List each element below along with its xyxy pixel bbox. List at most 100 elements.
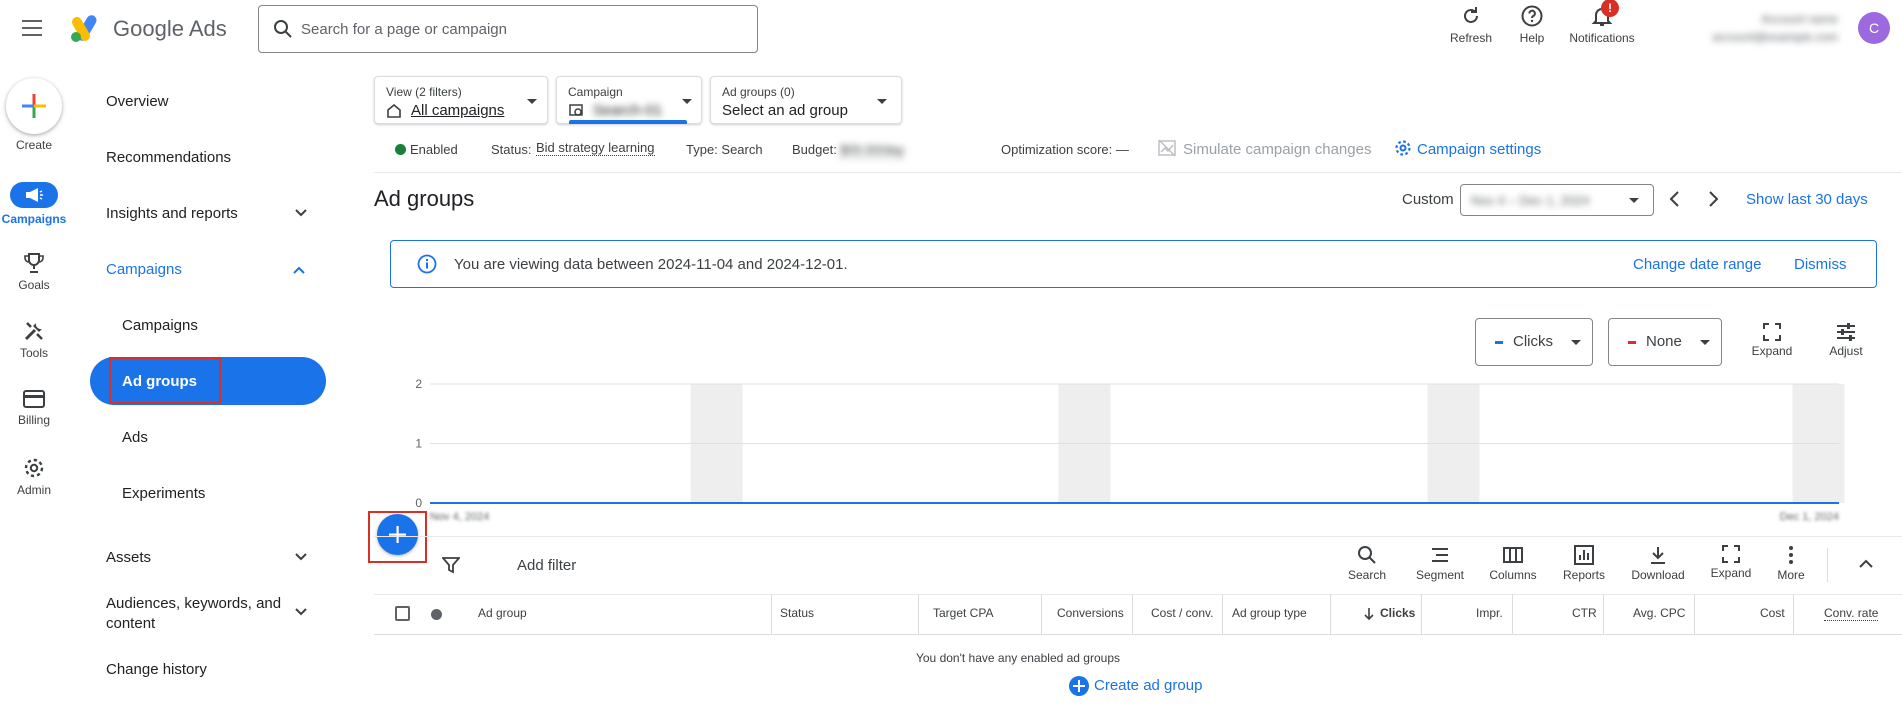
col-separator bbox=[1512, 594, 1513, 634]
campaign-settings-link[interactable]: Campaign settings bbox=[1417, 141, 1541, 158]
rail-billing[interactable]: Billing bbox=[0, 389, 68, 427]
col-cost[interactable]: Cost bbox=[1760, 606, 1785, 620]
create-ad-group-plus-icon[interactable] bbox=[1068, 675, 1090, 697]
table-search-icon bbox=[1357, 545, 1377, 565]
add-ad-group-fab[interactable] bbox=[377, 514, 418, 555]
insights-chevron-down-icon[interactable] bbox=[294, 208, 308, 218]
campaign-selector[interactable]: Campaign Search-01 bbox=[556, 76, 702, 124]
col-ad-group[interactable]: Ad group bbox=[478, 606, 527, 620]
rail-tools[interactable]: Tools bbox=[0, 320, 68, 360]
nav-insights[interactable]: Insights and reports bbox=[106, 205, 238, 222]
table-expand-icon bbox=[1722, 545, 1740, 563]
campaign-selected-indicator bbox=[569, 120, 687, 124]
chart-y-tick-label: 0 bbox=[415, 496, 422, 510]
dismiss-link[interactable]: Dismiss bbox=[1794, 256, 1847, 273]
metric1-selector[interactable]: Clicks bbox=[1475, 318, 1593, 366]
chart-expand-label: Expand bbox=[1751, 344, 1793, 358]
campaign-type: Type: Search bbox=[686, 142, 763, 157]
nav-ads[interactable]: Ads bbox=[122, 429, 148, 446]
columns-button[interactable]: Columns bbox=[1486, 545, 1540, 582]
nav-assets[interactable]: Assets bbox=[106, 549, 151, 566]
campaign-settings-gear-icon[interactable] bbox=[1394, 139, 1412, 157]
search-box[interactable] bbox=[258, 5, 758, 53]
nav-change-history[interactable]: Change history bbox=[106, 661, 207, 678]
bell-icon: ! bbox=[1590, 0, 1619, 28]
notification-badge: ! bbox=[1601, 0, 1619, 17]
col-target-cpa[interactable]: Target CPA bbox=[933, 606, 993, 620]
campaign-selector-value: Search-01 bbox=[593, 102, 663, 119]
budget-value[interactable]: $00.00/day bbox=[840, 142, 905, 158]
segment-button[interactable]: Segment bbox=[1410, 545, 1470, 582]
more-button[interactable]: More bbox=[1768, 545, 1814, 582]
campaigns-chevron-up-icon[interactable] bbox=[292, 265, 306, 275]
custom-label: Custom bbox=[1402, 191, 1454, 208]
status-column-dot-icon bbox=[431, 609, 442, 620]
change-date-range-link[interactable]: Change date range bbox=[1633, 256, 1761, 273]
create-button[interactable]: Create bbox=[0, 78, 68, 152]
add-plus-icon bbox=[389, 526, 406, 543]
nav-campaigns-group[interactable]: Campaigns bbox=[106, 261, 182, 278]
help-button[interactable]: Help bbox=[1510, 4, 1554, 45]
nav-audiences[interactable]: Audiences, keywords, and content bbox=[106, 594, 296, 634]
add-filter-button[interactable]: Add filter bbox=[517, 557, 576, 574]
col-cost-per-conv[interactable]: Cost / conv. bbox=[1151, 606, 1213, 620]
metric2-selector[interactable]: None bbox=[1608, 318, 1722, 366]
simulate-changes-button[interactable]: Simulate campaign changes bbox=[1183, 141, 1371, 158]
nav-recommendations[interactable]: Recommendations bbox=[106, 149, 231, 166]
table-expand-button[interactable]: Expand bbox=[1706, 545, 1756, 580]
rail-admin[interactable]: Admin bbox=[0, 457, 68, 497]
enabled-status-dot bbox=[395, 144, 406, 155]
collapse-chevron-up-icon[interactable] bbox=[1858, 558, 1874, 570]
assets-chevron-down-icon[interactable] bbox=[294, 552, 308, 562]
main-menu-icon[interactable] bbox=[22, 19, 44, 37]
billing-card-icon bbox=[23, 389, 45, 409]
admin-gear-icon bbox=[23, 457, 45, 479]
chart-expand-button[interactable]: Expand bbox=[1748, 323, 1796, 358]
reports-button[interactable]: Reports bbox=[1558, 545, 1610, 582]
col-status[interactable]: Status bbox=[780, 606, 814, 620]
notifications-button[interactable]: ! Notifications bbox=[1562, 0, 1642, 45]
col-separator bbox=[1041, 594, 1042, 634]
select-all-checkbox[interactable] bbox=[395, 606, 410, 621]
previous-period-icon[interactable] bbox=[1668, 190, 1680, 208]
avatar[interactable]: C bbox=[1858, 12, 1890, 44]
nav-experiments[interactable]: Experiments bbox=[122, 485, 205, 502]
view-selector[interactable]: View (2 filters) All campaigns bbox=[374, 76, 548, 124]
audiences-chevron-down-icon[interactable] bbox=[294, 607, 308, 617]
simulate-chart-icon bbox=[1158, 139, 1176, 157]
col-ad-group-type[interactable]: Ad group type bbox=[1232, 606, 1307, 620]
table-search-button[interactable]: Search bbox=[1340, 545, 1394, 582]
col-clicks[interactable]: Clicks bbox=[1380, 606, 1415, 620]
refresh-button[interactable]: Refresh bbox=[1445, 4, 1497, 45]
create-ad-group-link[interactable]: Create ad group bbox=[1094, 677, 1202, 694]
view-selector-value: All campaigns bbox=[411, 102, 505, 119]
reports-chart-icon bbox=[1574, 545, 1594, 565]
status-value[interactable]: Bid strategy learning bbox=[536, 140, 655, 156]
download-button[interactable]: Download bbox=[1628, 545, 1688, 582]
next-period-icon[interactable] bbox=[1708, 190, 1720, 208]
nav-overview[interactable]: Overview bbox=[106, 93, 169, 110]
ad-groups-selector[interactable]: Ad groups (0) Select an ad group bbox=[710, 76, 902, 124]
col-ctr[interactable]: CTR bbox=[1572, 606, 1597, 620]
date-range-picker[interactable]: Nov 4 – Dec 1, 2024 bbox=[1460, 184, 1654, 216]
adjust-sliders-icon bbox=[1836, 323, 1856, 341]
col-conversions[interactable]: Conversions bbox=[1057, 606, 1124, 620]
download-icon bbox=[1648, 545, 1668, 565]
rail-goals[interactable]: Goals bbox=[0, 252, 68, 292]
rail-goals-label: Goals bbox=[18, 278, 50, 292]
show-last-30-days-link[interactable]: Show last 30 days bbox=[1746, 191, 1868, 208]
col-conv-rate[interactable]: Conv. rate bbox=[1824, 606, 1879, 621]
metric2-swatch bbox=[1628, 341, 1636, 344]
chart-adjust-button[interactable]: Adjust bbox=[1822, 323, 1870, 358]
ad-groups-selector-label: Ad groups (0) bbox=[722, 85, 795, 99]
nav-campaigns[interactable]: Campaigns bbox=[122, 317, 198, 334]
segment-label: Segment bbox=[1415, 568, 1465, 582]
date-range-value: Nov 4 – Dec 1, 2024 bbox=[1471, 193, 1590, 208]
rail-campaigns[interactable]: Campaigns bbox=[0, 182, 68, 226]
view-dropdown-icon bbox=[527, 99, 537, 104]
search-input[interactable] bbox=[301, 6, 741, 52]
filter-funnel-icon[interactable] bbox=[442, 556, 460, 574]
col-impressions[interactable]: Impr. bbox=[1476, 606, 1503, 620]
col-avg-cpc[interactable]: Avg. CPC bbox=[1633, 606, 1685, 620]
campaign-search-icon bbox=[569, 104, 585, 118]
